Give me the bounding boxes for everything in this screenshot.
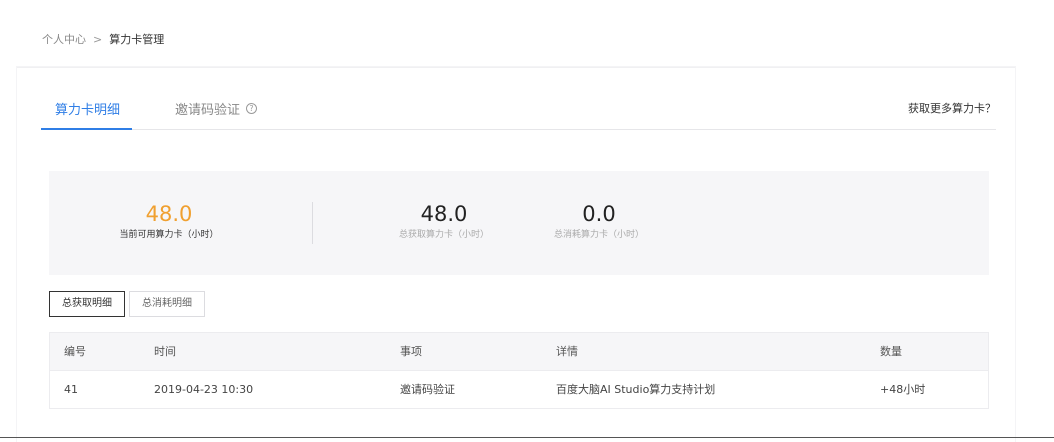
total-consumed-button[interactable]: 总消耗明细 [129, 291, 205, 317]
detail-table: 编号 时间 事项 详情 数量 41 2019-04-23 10:30 邀请码验证… [49, 332, 989, 409]
stat-total-value: 48.0 [420, 202, 468, 226]
stat-total: 48.0 总获取算力卡（小时） [384, 202, 504, 242]
stat-used-label: 总消耗算力卡（小时） [553, 230, 644, 240]
page: 个人中心 > 算力卡管理 算力卡明细 邀请码验证 ? 获取更多算力卡？ 48.0… [0, 0, 1054, 442]
tab-card-detail[interactable]: 算力卡明细 [55, 99, 120, 118]
cell-detail: 百度大脑AI Studio算力支持计划 [556, 383, 716, 396]
header-item: 事项 [400, 345, 422, 358]
detail-toggle: 总获取明细 总消耗明细 [49, 291, 205, 317]
stats-divider [312, 202, 313, 244]
cell-amount: +48小时 [880, 383, 926, 396]
header-time: 时间 [154, 345, 176, 358]
stat-available-value: 48.0 [145, 202, 193, 226]
header-amount: 数量 [880, 345, 902, 358]
breadcrumb: 个人中心 > 算力卡管理 [42, 31, 164, 47]
stats-panel: 48.0 当前可用算力卡（小时） 48.0 总获取算力卡（小时） 0.0 总消耗… [49, 171, 989, 275]
breadcrumb-personal-center[interactable]: 个人中心 [42, 31, 86, 47]
bottom-border [0, 437, 1054, 438]
cell-item: 邀请码验证 [400, 383, 455, 396]
stat-available-label: 当前可用算力卡（小时） [119, 230, 219, 240]
cell-time: 2019-04-23 10:30 [154, 383, 254, 396]
main-card: 算力卡明细 邀请码验证 ? 获取更多算力卡？ 48.0 当前可用算力卡（小时） … [17, 67, 1015, 442]
table-header-row: 编号 时间 事项 详情 数量 [50, 333, 988, 371]
header-detail: 详情 [556, 345, 578, 358]
stat-used: 0.0 总消耗算力卡（小时） [539, 202, 659, 242]
tab-card-detail-label: 算力卡明细 [55, 103, 121, 118]
help-icon[interactable]: ? [246, 103, 258, 114]
get-more-cards-link[interactable]: 获取更多算力卡？ [908, 100, 996, 116]
tab-invite-code[interactable]: 邀请码验证 ? [175, 99, 258, 118]
stat-used-value: 0.0 [582, 202, 616, 226]
breadcrumb-separator: > [93, 32, 103, 46]
active-tab-indicator [41, 128, 132, 130]
cell-id: 41 [64, 383, 78, 396]
stat-available: 48.0 当前可用算力卡（小时） [109, 202, 229, 242]
header-id: 编号 [64, 345, 86, 358]
stat-total-label: 总获取算力卡（小时） [398, 230, 489, 240]
tab-invite-code-label: 邀请码验证 [175, 103, 241, 118]
table-row: 41 2019-04-23 10:30 邀请码验证 百度大脑AI Studio算… [50, 371, 988, 409]
tab-bar: 算力卡明细 邀请码验证 ? 获取更多算力卡？ [41, 68, 996, 130]
breadcrumb-current: 算力卡管理 [109, 33, 165, 46]
total-gained-button[interactable]: 总获取明细 [49, 291, 125, 317]
